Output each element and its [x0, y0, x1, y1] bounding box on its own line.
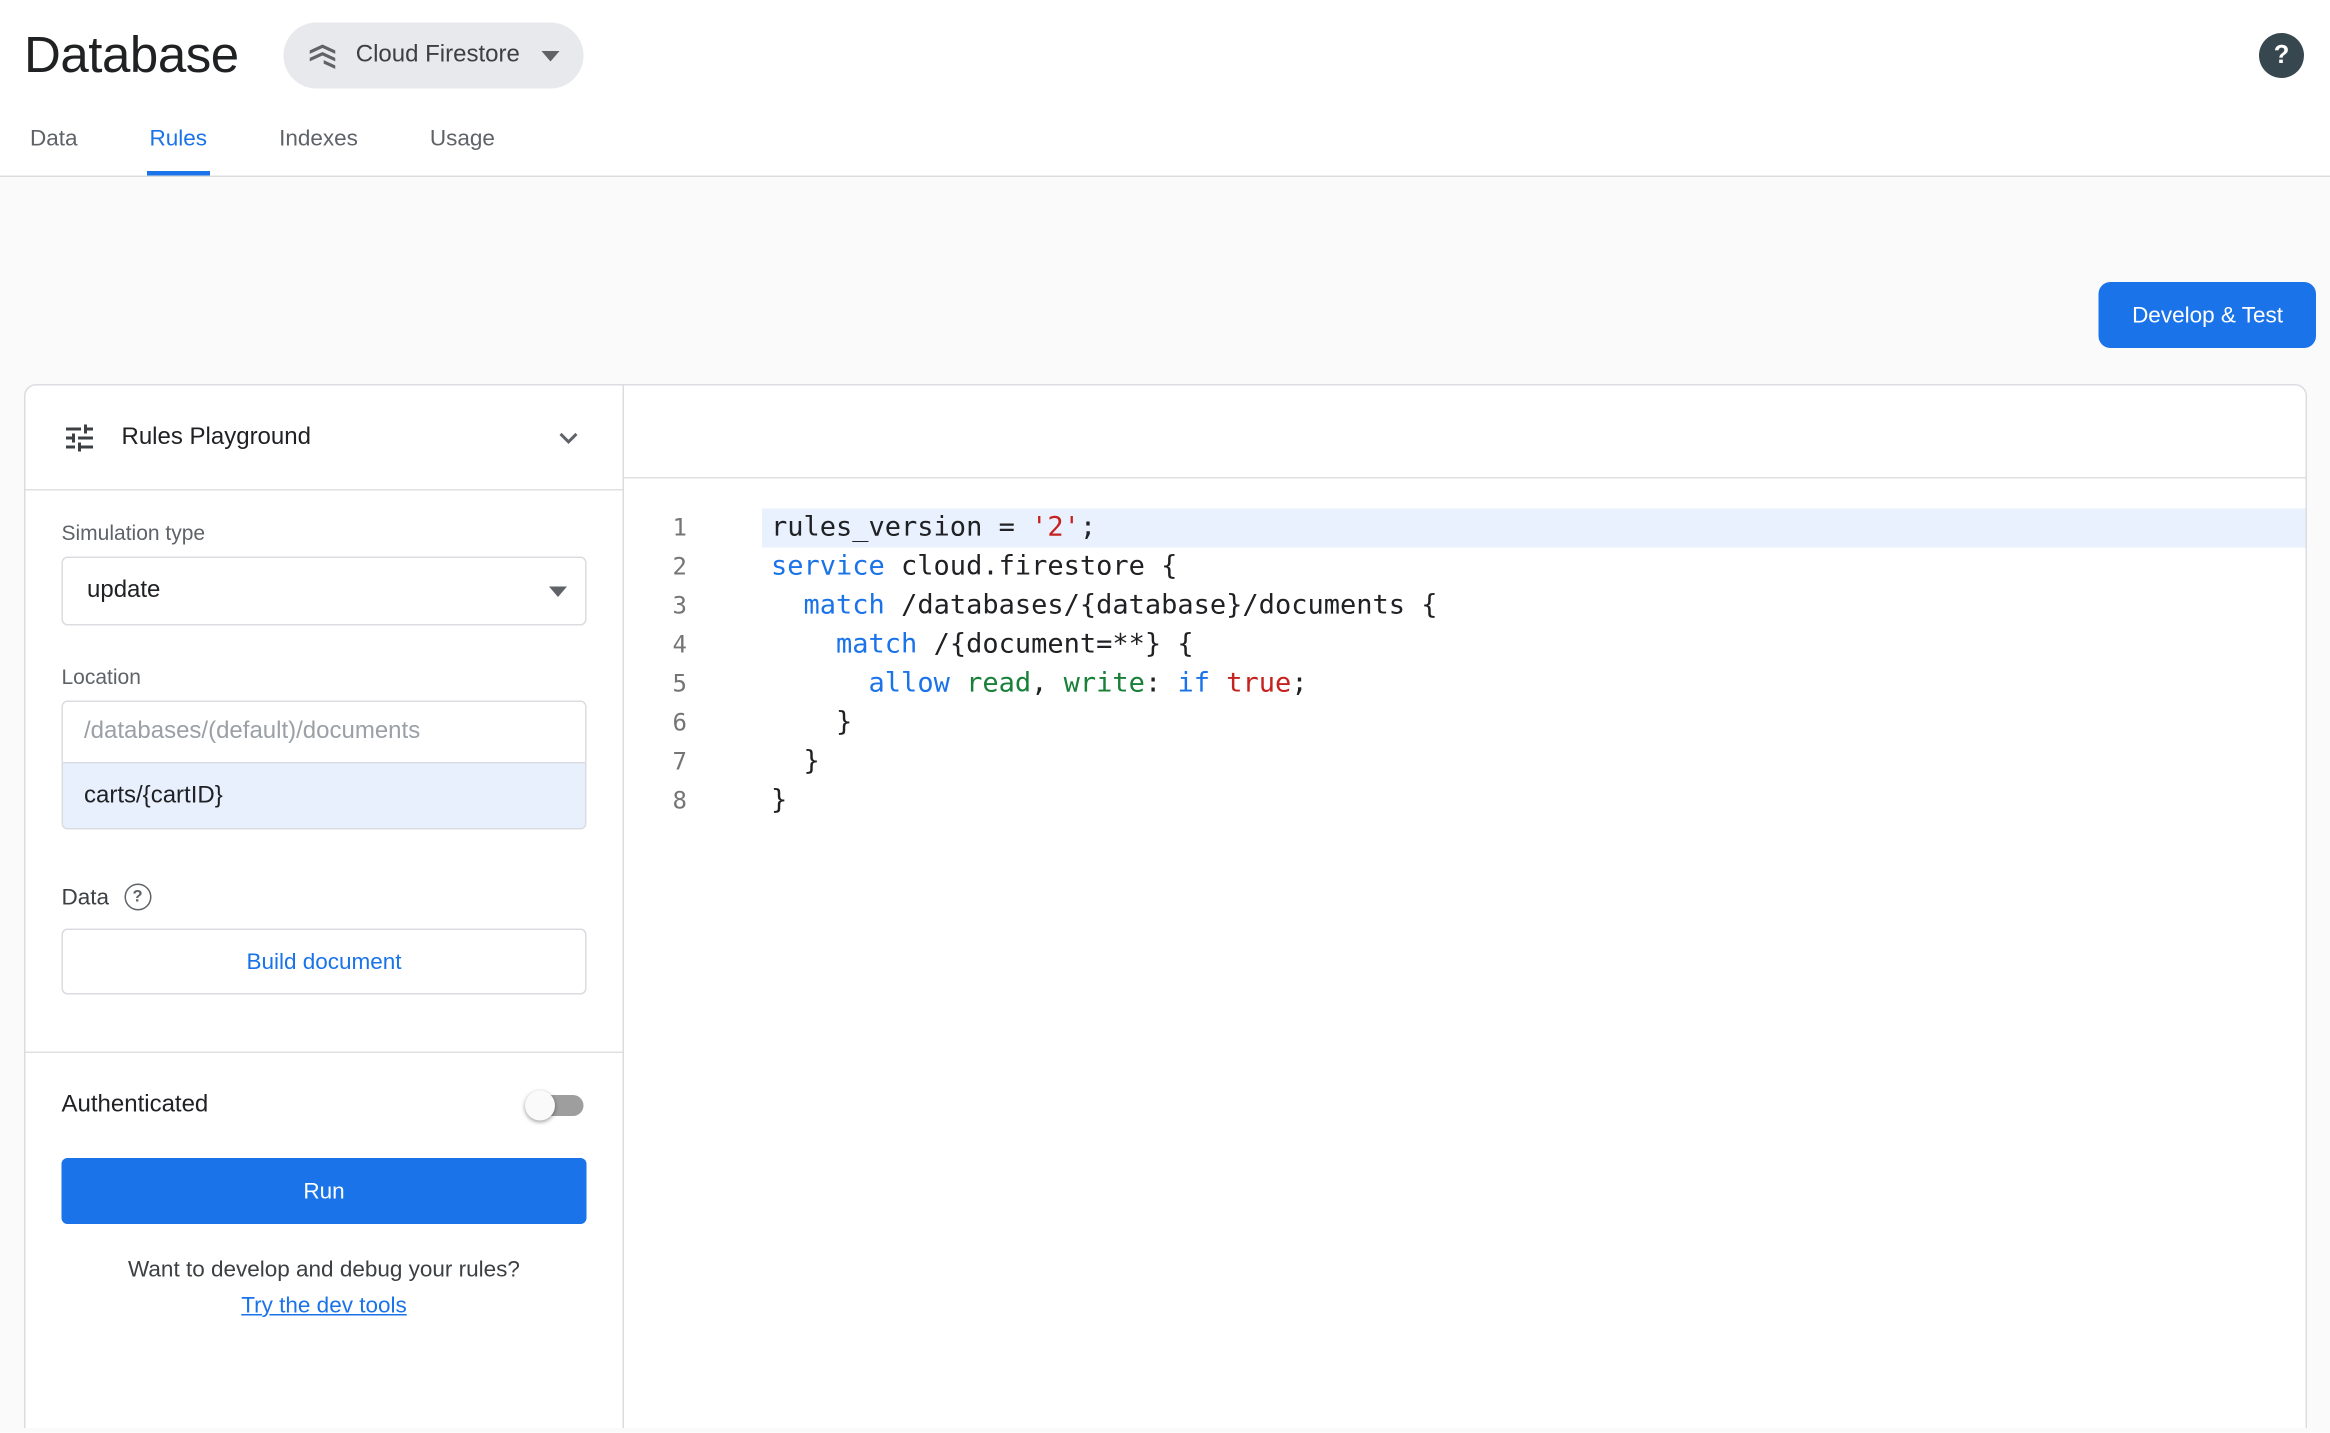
actions-row: Develop & Test	[0, 177, 2330, 384]
code-line[interactable]: 4 match /{document=**} {	[624, 626, 2306, 665]
firestore-icon	[305, 38, 341, 74]
chevron-down-icon	[540, 50, 559, 61]
line-number: 8	[672, 786, 687, 815]
build-document-button[interactable]: Build document	[61, 928, 587, 995]
line-number: 1	[672, 513, 687, 542]
location-label: Location	[61, 664, 141, 689]
line-number: 3	[672, 591, 687, 620]
dev-tools-question: Want to develop and debug your rules?	[128, 1257, 520, 1283]
rules-playground-panel: Rules Playground Simulation type update …	[25, 385, 624, 1428]
firebase-database-page: Database Cloud Firestore ? Data Rules Inde…	[0, 0, 2330, 1433]
tab-usage[interactable]: Usage	[427, 105, 498, 176]
location-field-group: /databases/(default)/documents	[61, 700, 587, 830]
line-number: 5	[672, 669, 687, 698]
rules-playground-title: Rules Playground	[121, 423, 311, 450]
toggle-thumb	[525, 1090, 555, 1121]
line-number: 6	[672, 708, 687, 737]
develop-test-button[interactable]: Develop & Test	[2099, 282, 2316, 348]
code-lines[interactable]: 1 rules_version = '2'; 2 service cloud.fire…	[624, 479, 2306, 1429]
code-text: }	[771, 784, 788, 817]
help-icon[interactable]: ?	[2259, 33, 2304, 78]
chevron-down-icon[interactable]	[551, 419, 587, 455]
line-number: 4	[672, 630, 687, 659]
line-number: 2	[672, 552, 687, 581]
rules-playground-header[interactable]: Rules Playground	[25, 386, 623, 491]
code-line[interactable]: 2 service cloud.firestore {	[624, 548, 2306, 587]
location-prefix: /databases/(default)/documents	[63, 702, 585, 762]
code-text: allow read, write: if true;	[868, 667, 1308, 700]
dev-tools-section: Want to develop and debug your rules? Tr…	[26, 1257, 623, 1320]
code-text: match /{document=**} {	[836, 628, 1194, 661]
code-text: }	[771, 745, 820, 778]
code-text: service cloud.firestore {	[771, 550, 1178, 583]
data-help-icon[interactable]: ?	[124, 883, 152, 911]
product-selector-label: Cloud Firestore	[355, 42, 520, 68]
data-label-row: Data ?	[61, 883, 587, 911]
tab-bar: Data Rules Indexes Usage	[0, 105, 2330, 177]
tab-indexes[interactable]: Indexes	[276, 105, 361, 176]
location-input[interactable]	[63, 762, 585, 828]
code-line[interactable]: 1 rules_version = '2';	[624, 508, 2306, 548]
page-title: Database	[24, 26, 239, 84]
tune-icon	[66, 423, 93, 451]
code-text: rules_version = '2';	[762, 508, 2306, 548]
simulation-type-select[interactable]: update	[61, 556, 587, 626]
code-line[interactable]: 7 }	[624, 743, 2306, 782]
code-text: match /databases/{database}/documents {	[803, 589, 1438, 622]
code-line[interactable]: 5 allow read, write: if true;	[624, 665, 2306, 704]
rules-editor: 1 rules_version = '2'; 2 service cloud.fire…	[624, 385, 2306, 1429]
tab-rules[interactable]: Rules	[146, 105, 211, 176]
authenticated-toggle[interactable]	[525, 1090, 584, 1121]
dropdown-arrow-icon	[549, 585, 567, 597]
run-button[interactable]: Run	[61, 1158, 587, 1224]
run-wrap: Run	[26, 1152, 623, 1224]
dev-tools-link[interactable]: Try the dev tools	[241, 1293, 406, 1319]
simulation-type-value: update	[87, 577, 161, 604]
code-text: }	[771, 706, 853, 739]
code-line[interactable]: 3 match /databases/{database}/documents …	[624, 587, 2306, 626]
product-selector[interactable]: Cloud Firestore	[283, 22, 583, 89]
page-header: Database Cloud Firestore ?	[0, 0, 2330, 105]
code-line[interactable]: 6 }	[624, 704, 2306, 743]
code-line[interactable]: 8}	[624, 782, 2306, 821]
rules-card: Rules Playground Simulation type update …	[24, 384, 2307, 1428]
editor-toolbar	[624, 386, 2306, 479]
playground-form: Simulation type update Location /databas…	[25, 491, 623, 1053]
authenticated-row: Authenticated	[26, 1053, 623, 1152]
simulation-type-label: Simulation type	[61, 520, 206, 545]
authenticated-label: Authenticated	[61, 1092, 209, 1118]
tab-data[interactable]: Data	[27, 105, 81, 176]
content-area: Develop & Test Rules Playground Simulati…	[0, 177, 2330, 1433]
data-label: Data	[61, 884, 110, 910]
line-number: 7	[672, 747, 687, 776]
